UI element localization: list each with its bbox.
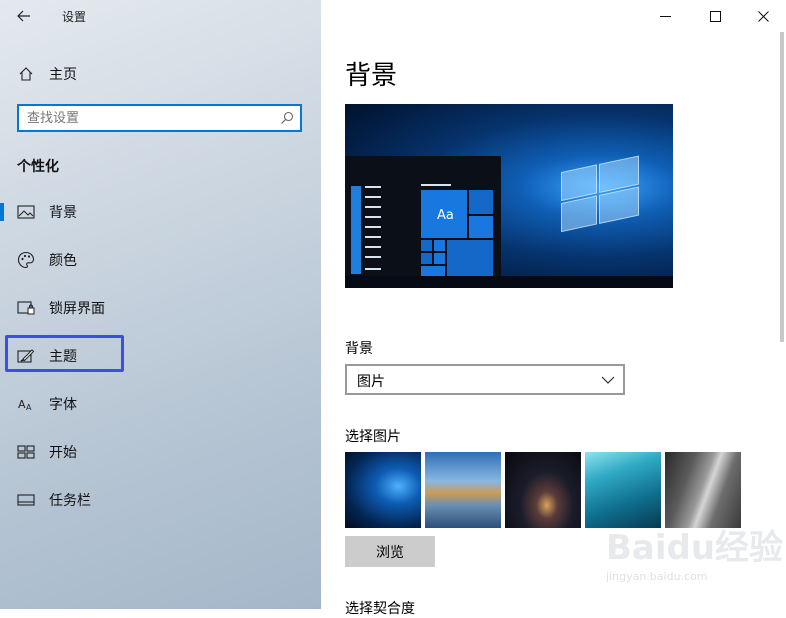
sidebar-item-start[interactable]: 开始 <box>0 435 321 469</box>
svg-text:A: A <box>18 398 26 411</box>
close-icon <box>757 10 769 22</box>
palette-icon <box>16 250 36 270</box>
selected-indicator <box>0 203 4 221</box>
preview-taskbar <box>345 276 673 288</box>
sidebar-item-taskbar[interactable]: 任务栏 <box>0 483 321 517</box>
background-type-label: 背景 <box>345 341 373 357</box>
maximize-button[interactable] <box>692 0 738 32</box>
background-type-dropdown[interactable]: 图片 <box>345 364 625 395</box>
sidebar-item-background[interactable]: 背景 <box>0 195 321 229</box>
sidebar-item-label: 锁屏界面 <box>49 301 105 317</box>
section-title-personalization: 个性化 <box>17 159 59 175</box>
sidebar-item-label: 背景 <box>49 205 77 221</box>
search-input[interactable] <box>27 109 277 127</box>
sidebar-item-lock-screen[interactable]: 锁屏界面 <box>0 291 321 325</box>
svg-text:A: A <box>26 403 32 412</box>
search-box[interactable] <box>17 104 302 132</box>
windows-logo-light <box>561 155 639 233</box>
chevron-down-icon <box>601 376 615 384</box>
settings-sidebar: 设置 主页 个性化 背景 <box>0 0 321 609</box>
thumbnail-underwater[interactable] <box>585 452 661 528</box>
content-pane: 背景 Aa 背景 图片 选择图片 浏览 选择契合度 Baidu经验 jingya… <box>321 0 786 617</box>
watermark-url: jingyan.baidu.com <box>606 570 708 583</box>
back-arrow-icon <box>17 10 30 22</box>
sidebar-item-label: 字体 <box>49 397 77 413</box>
sidebar-item-label: 开始 <box>49 445 77 461</box>
taskbar-icon <box>16 490 36 510</box>
watermark-brand: Baidu经验 <box>606 528 784 568</box>
annotation-highlight-box <box>5 335 124 372</box>
close-button[interactable] <box>740 0 786 32</box>
start-grid-icon <box>16 442 36 462</box>
choose-fit-label: 选择契合度 <box>345 601 415 617</box>
preview-start-menu <box>345 156 501 276</box>
sidebar-item-colors[interactable]: 颜色 <box>0 243 321 277</box>
sidebar-item-label: 颜色 <box>49 253 77 269</box>
baidu-watermark: Baidu经验 jingyan.baidu.com <box>606 520 784 595</box>
sidebar-item-label: 任务栏 <box>49 493 91 509</box>
minimize-button[interactable] <box>642 0 688 32</box>
picture-thumbnails <box>345 452 741 528</box>
minimize-icon <box>659 15 671 17</box>
search-icon[interactable] <box>280 111 294 125</box>
picture-icon <box>16 202 36 222</box>
choose-picture-label: 选择图片 <box>345 429 401 445</box>
browse-button[interactable]: 浏览 <box>345 536 435 567</box>
maximize-icon <box>709 10 721 22</box>
home-icon <box>16 64 36 84</box>
preview-app-rail <box>351 186 361 274</box>
thumbnail-night-sky[interactable] <box>505 452 581 528</box>
home-label: 主页 <box>49 67 77 83</box>
dropdown-value: 图片 <box>357 374 385 390</box>
font-icon: A A <box>16 394 36 414</box>
back-button[interactable] <box>10 4 38 28</box>
page-title: 背景 <box>345 61 398 91</box>
vertical-scrollbar[interactable] <box>780 32 784 342</box>
thumbnail-beach-rock[interactable] <box>425 452 501 528</box>
preview-sample-text: Aa <box>437 208 454 223</box>
background-preview: Aa <box>345 104 673 288</box>
thumbnail-windows-blue[interactable] <box>345 452 421 528</box>
nav-home[interactable]: 主页 <box>0 60 321 88</box>
thumbnail-rock-cliff[interactable] <box>665 452 741 528</box>
app-title: 设置 <box>62 10 87 24</box>
sidebar-item-fonts[interactable]: A A 字体 <box>0 387 321 421</box>
sidebar-titlebar: 设置 <box>0 0 321 32</box>
lock-screen-icon <box>16 298 36 318</box>
